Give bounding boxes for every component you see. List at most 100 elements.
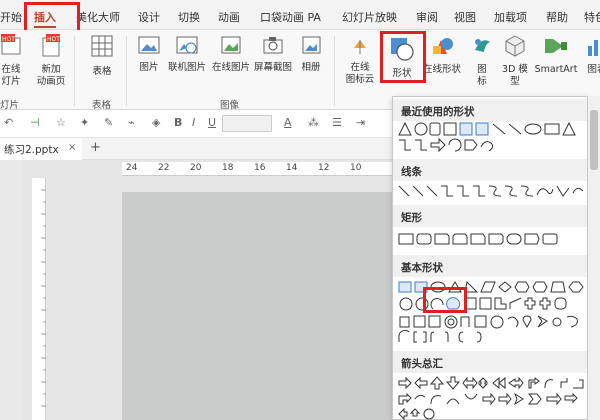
screenshot-button[interactable]: 屏幕截图 xyxy=(252,34,294,74)
album-icon xyxy=(302,36,321,54)
screenshot-label: 屏幕截图 xyxy=(253,62,292,73)
arrows-row-1 xyxy=(397,375,587,391)
arrow-shapes-icons-1[interactable] xyxy=(397,375,587,391)
italic-button[interactable]: I xyxy=(192,116,195,129)
picture-label: 图片 xyxy=(139,62,159,73)
icons-button[interactable]: 图 标 xyxy=(468,34,496,88)
basic-shapes-row-4 xyxy=(397,329,587,345)
table-label: 表格 xyxy=(92,66,112,77)
online-picture-label: 联机图片 xyxy=(167,62,206,73)
shapes-dropdown: 最近使用的形状 线条 矩形 基本形状 箭头总汇 xyxy=(392,96,588,420)
3d-model-button[interactable]: 3D 模 型 xyxy=(498,34,532,88)
undo-icon[interactable]: ↶ xyxy=(4,116,13,129)
recent-shapes-icons-2[interactable] xyxy=(397,137,587,153)
album-label: 相册 xyxy=(301,62,321,73)
basic-shapes-icons-4[interactable] xyxy=(397,329,587,345)
tab-special[interactable]: 特色 xyxy=(584,9,600,25)
ruler-number: 14 xyxy=(286,163,298,173)
text-effect-icon[interactable]: ⁂ xyxy=(308,116,319,129)
vertical-ruler-ticks xyxy=(41,189,46,407)
shape-star-icon[interactable]: ☆ xyxy=(56,116,66,129)
online-image-icon xyxy=(221,36,241,54)
paint-icon[interactable]: ◈ xyxy=(152,116,160,129)
tab-pocket-anim[interactable]: 口袋动画 PA xyxy=(260,9,321,25)
table-button[interactable]: 表格 xyxy=(86,34,118,78)
online-image-button[interactable]: 在线图片 xyxy=(210,34,252,74)
chart-label: 图表 xyxy=(587,64,600,75)
group-separator-2 xyxy=(126,36,127,106)
tab-addins[interactable]: 加载项 xyxy=(494,9,527,25)
rectangle-shapes-icons[interactable] xyxy=(397,231,587,247)
tab-beautify[interactable]: 美化大师 xyxy=(76,9,120,25)
new-tab-button[interactable]: + xyxy=(90,140,101,155)
arrows-row-2 xyxy=(397,391,587,407)
online-slides-icon: HOT xyxy=(1,34,21,55)
arrow-shapes-icons-3[interactable] xyxy=(397,407,587,420)
font-color-button[interactable]: A xyxy=(284,116,292,129)
new-anim-page-icon: HOT xyxy=(42,34,60,57)
new-anim-page-label: 新加 动画页 xyxy=(36,64,66,87)
ruler-number: 20 xyxy=(190,163,202,173)
online-icon-cloud-label: 在线 图标云 xyxy=(345,62,375,85)
chart-icon xyxy=(588,40,598,56)
group-separator-3 xyxy=(334,36,335,106)
chart-button[interactable]: 图表 xyxy=(584,34,600,76)
font-size-field[interactable] xyxy=(222,115,272,132)
tab-view[interactable]: 视图 xyxy=(454,9,476,25)
online-shapes-label: 在线形状 xyxy=(422,64,461,75)
tab-animation[interactable]: 动画 xyxy=(218,9,240,25)
online-icon-cloud-button[interactable]: 在线 图标云 xyxy=(344,34,376,86)
hot-badge-text: HOT xyxy=(2,36,15,43)
smartart-label: SmartArt xyxy=(534,64,578,75)
online-shapes-button[interactable]: 在线形状 xyxy=(420,34,464,76)
close-tab-icon[interactable]: × xyxy=(68,142,76,153)
section-rectangles: 矩形 xyxy=(393,205,587,227)
ruler-number: 22 xyxy=(158,163,170,173)
online-shapes-icon xyxy=(433,38,453,54)
tab-help[interactable]: 帮助 xyxy=(546,9,568,25)
recent-shapes-icons[interactable] xyxy=(397,121,587,137)
list-icon[interactable]: ☰ xyxy=(332,116,342,129)
rectangles-row xyxy=(397,231,587,247)
section-basic-shapes: 基本形状 xyxy=(393,255,587,277)
lines-row xyxy=(397,183,587,199)
align-icon[interactable]: ⊣ xyxy=(30,116,40,129)
icon-cloud-icon xyxy=(354,40,366,54)
icons-icon xyxy=(475,39,490,52)
tab-design[interactable]: 设计 xyxy=(138,9,160,25)
tab-slideshow[interactable]: 幻灯片放映 xyxy=(342,9,397,25)
tab-home[interactable]: 开始 xyxy=(0,9,22,25)
thumbnail-pane xyxy=(0,160,22,420)
vertical-ruler xyxy=(32,178,46,420)
effect-icon[interactable]: ✦ xyxy=(80,116,89,129)
horizontal-ruler: 24 22 20 18 16 14 12 10 xyxy=(122,162,392,176)
slide-canvas[interactable] xyxy=(122,192,392,420)
brush-icon[interactable]: ⌁ xyxy=(128,116,135,129)
arrow-shapes-icons-2[interactable] xyxy=(397,391,587,407)
ribbon-tab-bar: 开始 插入 美化大师 设计 切换 动画 口袋动画 PA 幻灯片放映 审阅 视图 … xyxy=(0,0,600,30)
tab-review[interactable]: 审阅 xyxy=(416,9,438,25)
ruler-number: 24 xyxy=(126,163,138,173)
online-picture-icon xyxy=(176,36,198,54)
underline-button[interactable]: U xyxy=(208,116,216,129)
format-icon[interactable]: ✎ xyxy=(104,116,113,129)
document-tab-bar: 练习2.pptx × + xyxy=(0,138,392,160)
hot-badge-text-2: HOT xyxy=(47,36,60,43)
indent-icon[interactable]: ⇥ xyxy=(356,116,365,129)
highlight-selected-shape xyxy=(423,287,467,313)
online-slides-button[interactable]: HOT 在线 灯片 xyxy=(0,34,24,88)
new-anim-page-button[interactable]: HOT 新加 动画页 xyxy=(34,34,68,88)
bold-button[interactable]: B xyxy=(174,116,182,129)
picture-icon xyxy=(138,36,160,54)
picture-button[interactable]: 图片 xyxy=(134,34,164,74)
smartart-button[interactable]: SmartArt xyxy=(532,34,580,76)
tab-transition[interactable]: 切换 xyxy=(178,9,200,25)
cube-icon xyxy=(505,35,525,57)
line-shapes-icons[interactable] xyxy=(397,183,587,199)
smartart-icon xyxy=(545,39,567,53)
album-button[interactable]: 相册 xyxy=(296,34,326,74)
section-recent-shapes: 最近使用的形状 xyxy=(393,99,587,121)
online-picture-button[interactable]: 联机图片 xyxy=(166,34,208,74)
dropdown-scrollbar-thumb[interactable] xyxy=(590,110,598,170)
quick-toolbar: ↶ ⊣ ☆ ✦ ✎ ⌁ ◈ B I U A ⁂ ☰ ⇥ xyxy=(0,110,392,138)
